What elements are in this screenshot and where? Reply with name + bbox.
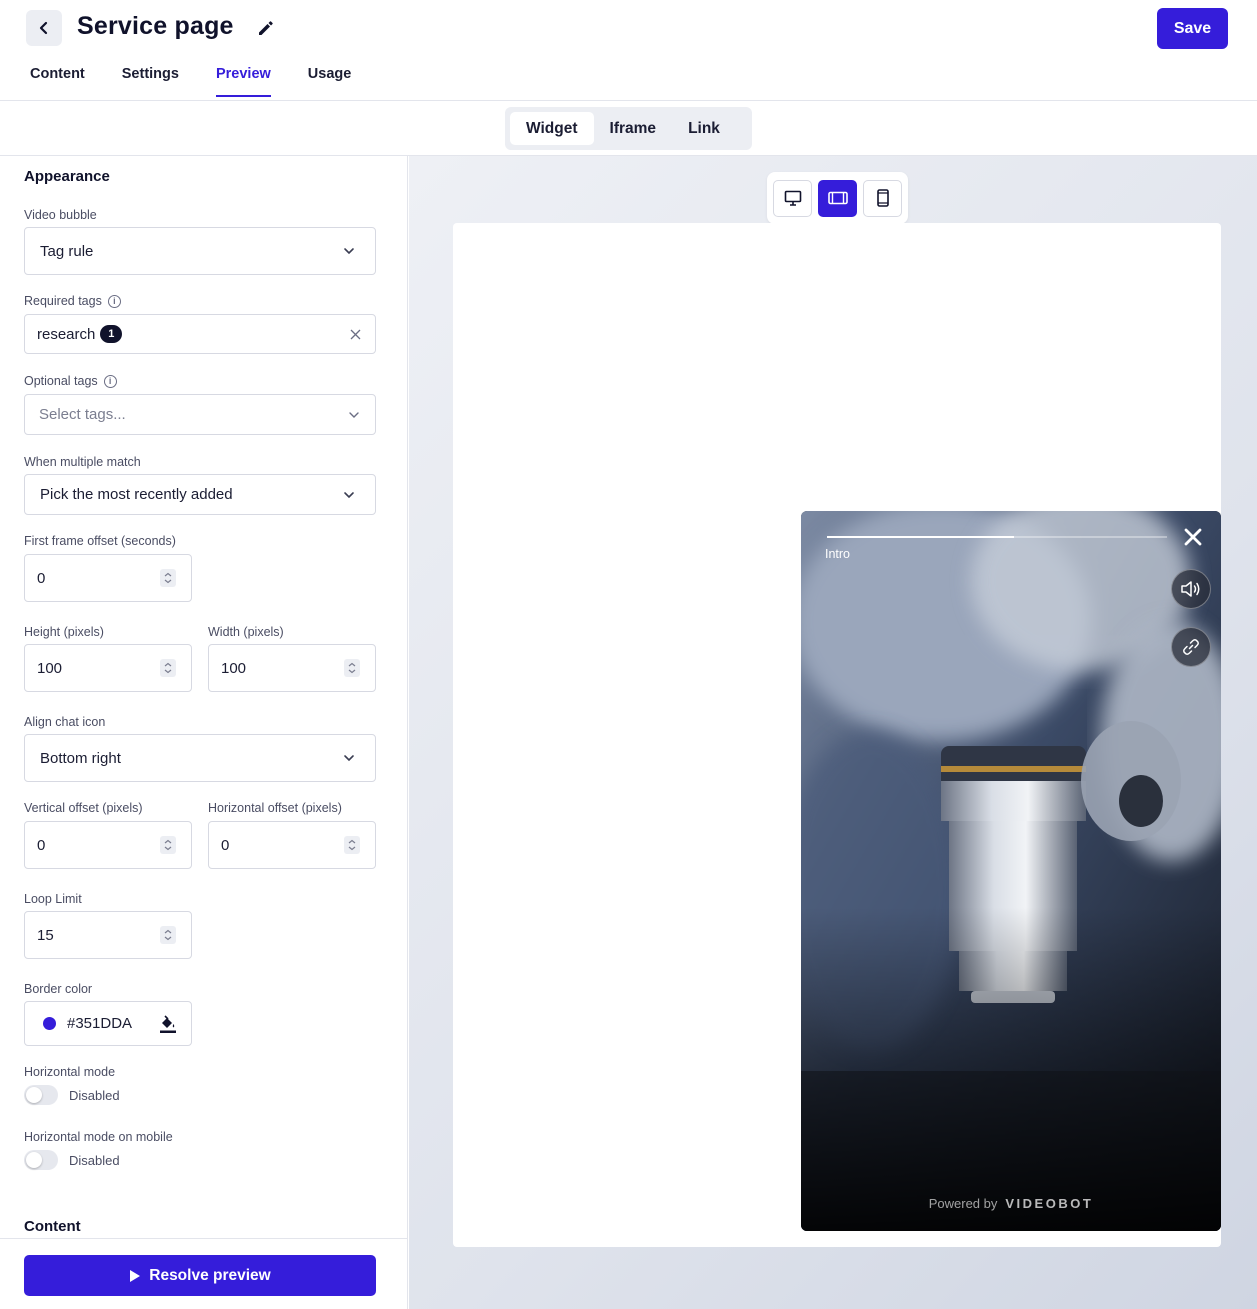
video-progress-bar — [827, 536, 1167, 538]
tablet-view-button[interactable] — [818, 179, 857, 217]
pencil-icon[interactable] — [256, 18, 276, 38]
tab-settings[interactable]: Settings — [122, 66, 179, 95]
powered-by: Powered by VIDEOBOT — [928, 1196, 1094, 1211]
video-step-label: Intro — [825, 547, 851, 561]
link-icon — [1183, 639, 1199, 655]
stepper-icon[interactable] — [344, 836, 360, 854]
required-tags-label: Required tags i — [24, 294, 121, 308]
vertical-offset-input[interactable]: 0 — [24, 821, 192, 869]
border-color-picker[interactable]: #351DDA — [24, 1001, 192, 1046]
mobile-view-button[interactable] — [863, 179, 902, 217]
back-button[interactable] — [26, 10, 62, 46]
align-chat-icon-select[interactable]: Bottom right — [24, 734, 376, 782]
vertical-offset-label: Vertical offset (pixels) — [24, 801, 143, 815]
settings-panel[interactable]: Appearance Video bubble Tag rule Require… — [0, 156, 408, 1309]
multiple-match-label: When multiple match — [24, 455, 141, 469]
horizontal-mode-state: Disabled — [69, 1088, 120, 1103]
clear-icon[interactable] — [350, 329, 361, 340]
embed-mode-switcher: Widget Iframe Link — [505, 107, 752, 150]
content-heading: Content — [24, 1218, 81, 1235]
info-icon[interactable]: i — [103, 374, 117, 388]
width-input[interactable]: 100 — [208, 644, 376, 692]
tab-usage[interactable]: Usage — [308, 66, 352, 95]
tab-content[interactable]: Content — [30, 66, 85, 95]
paint-bucket-icon[interactable] — [159, 1014, 177, 1034]
required-tags-input[interactable]: research 1 — [24, 314, 376, 354]
save-button[interactable]: Save — [1157, 8, 1228, 49]
width-label: Width (pixels) — [208, 625, 284, 639]
loop-limit-input[interactable]: 15 — [24, 911, 192, 959]
mode-link[interactable]: Link — [672, 112, 736, 145]
tablet-landscape-icon — [827, 191, 848, 205]
multiple-match-value: Pick the most recently added — [40, 486, 233, 503]
stepper-icon[interactable] — [160, 659, 176, 677]
desktop-view-button[interactable] — [773, 179, 812, 217]
required-tag-chip: research 1 — [25, 325, 350, 343]
preview-area: Intro Powered by VIDEOBOT — [409, 156, 1257, 1309]
multiple-match-select[interactable]: Pick the most recently added — [24, 474, 376, 515]
horizontal-offset-label: Horizontal offset (pixels) — [208, 801, 342, 815]
chevron-down-icon — [344, 755, 354, 762]
device-switcher — [767, 172, 908, 224]
embed-mode-bar: Widget Iframe Link — [0, 101, 1257, 156]
height-label: Height (pixels) — [24, 625, 104, 639]
horizontal-mode-toggle[interactable] — [24, 1085, 58, 1105]
chevron-left-icon — [39, 21, 48, 35]
page-tabs: Content Settings Preview Usage — [30, 66, 388, 97]
border-color-value: #351DDA — [67, 1015, 133, 1032]
video-frame-image — [801, 511, 1221, 1231]
chevron-down-icon — [344, 491, 354, 498]
mode-widget[interactable]: Widget — [510, 112, 594, 145]
mobile-icon — [876, 189, 889, 207]
stepper-icon[interactable] — [160, 569, 176, 587]
close-icon[interactable] — [1181, 525, 1205, 549]
resolve-preview-button[interactable]: Resolve preview — [24, 1255, 376, 1296]
desktop-icon — [784, 190, 801, 206]
align-chat-icon-value: Bottom right — [40, 749, 121, 767]
mute-button[interactable] — [1171, 569, 1211, 609]
height-input[interactable]: 100 — [24, 644, 192, 692]
horizontal-mode-mobile-state: Disabled — [69, 1153, 120, 1168]
video-widget[interactable]: Intro Powered by VIDEOBOT — [801, 511, 1221, 1231]
chevron-down-icon — [344, 248, 354, 255]
video-bubble-select[interactable]: Tag rule — [24, 227, 376, 275]
color-swatch — [43, 1017, 56, 1030]
chevron-down-icon — [349, 411, 359, 418]
mode-iframe[interactable]: Iframe — [594, 112, 673, 145]
video-bubble-value: Tag rule — [40, 242, 94, 260]
page-title: Service page — [77, 12, 234, 40]
horizontal-mode-mobile-toggle[interactable] — [24, 1150, 58, 1170]
panel-footer: Resolve preview — [0, 1238, 407, 1309]
align-chat-icon-label: Align chat icon — [24, 715, 106, 729]
videobot-logo: VIDEOBOT — [1005, 1196, 1094, 1211]
optional-tags-placeholder: Select tags... — [39, 406, 126, 423]
video-progress-fill — [827, 536, 1014, 538]
tag-count-badge: 1 — [100, 325, 123, 343]
stepper-icon[interactable] — [160, 926, 176, 944]
play-icon — [130, 1269, 141, 1282]
border-color-label: Border color — [24, 982, 93, 996]
horizontal-mode-label: Horizontal mode — [24, 1065, 116, 1079]
speaker-icon — [1181, 581, 1200, 597]
video-bubble-label: Video bubble — [24, 208, 97, 222]
tab-preview[interactable]: Preview — [215, 66, 271, 97]
optional-tags-label: Optional tags i — [24, 374, 117, 388]
first-frame-offset-label: First frame offset (seconds) — [24, 534, 176, 548]
info-icon[interactable]: i — [107, 294, 121, 308]
optional-tags-select[interactable]: Select tags... — [24, 394, 376, 435]
stepper-icon[interactable] — [160, 836, 176, 854]
horizontal-offset-input[interactable]: 0 — [208, 821, 376, 869]
loop-limit-label: Loop Limit — [24, 892, 82, 906]
top-header: Service page Save Content Settings Previ… — [0, 0, 1257, 101]
stepper-icon[interactable] — [344, 659, 360, 677]
link-button[interactable] — [1171, 627, 1211, 667]
horizontal-mode-mobile-label: Horizontal mode on mobile — [24, 1130, 173, 1144]
appearance-heading: Appearance — [24, 168, 110, 185]
first-frame-offset-input[interactable]: 0 — [24, 554, 192, 602]
